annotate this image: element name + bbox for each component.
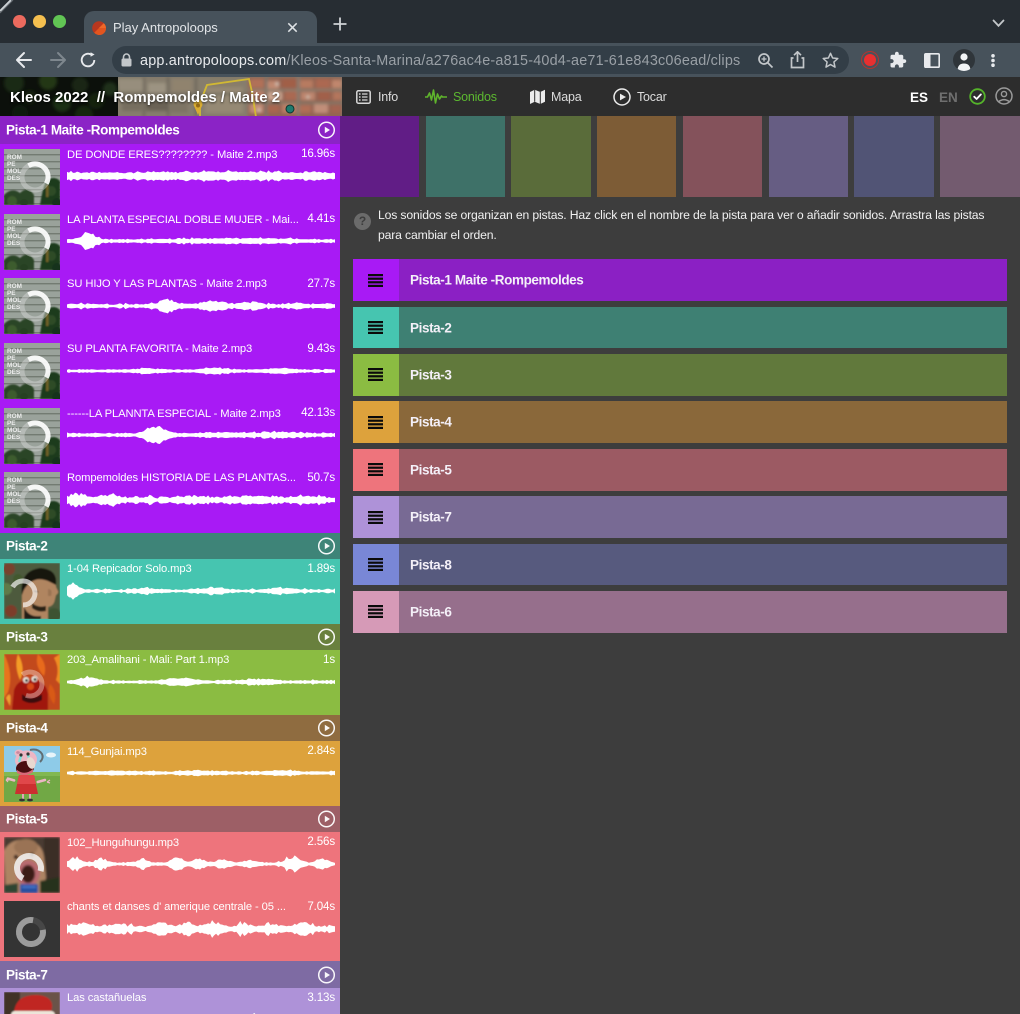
svg-text:ROM: ROM (7, 154, 22, 161)
svg-text:DES: DES (7, 434, 21, 441)
svg-text:PE: PE (7, 420, 16, 427)
svg-text:DES: DES (7, 369, 21, 376)
svg-text:ROM: ROM (7, 219, 22, 226)
svg-text:PE: PE (7, 355, 16, 362)
svg-text:MOL: MOL (7, 362, 21, 369)
svg-text:ROM: ROM (7, 413, 22, 420)
svg-text:MOL: MOL (7, 491, 21, 498)
svg-text:PE: PE (7, 161, 16, 168)
svg-text:MOL: MOL (7, 297, 21, 304)
svg-text:DES: DES (7, 304, 21, 311)
svg-text:MOL: MOL (7, 168, 21, 175)
svg-text:PE: PE (7, 290, 16, 297)
svg-text:DES: DES (7, 498, 21, 505)
svg-text:ROM: ROM (7, 283, 22, 290)
svg-text:PE: PE (7, 484, 16, 491)
svg-text:PE: PE (7, 226, 16, 233)
svg-text:MOL: MOL (7, 427, 21, 434)
svg-text:ROM: ROM (7, 348, 22, 355)
svg-text:DES: DES (7, 175, 21, 182)
svg-text:MOL: MOL (7, 233, 21, 240)
svg-text:DES: DES (7, 240, 21, 247)
svg-text:ROM: ROM (7, 477, 22, 484)
